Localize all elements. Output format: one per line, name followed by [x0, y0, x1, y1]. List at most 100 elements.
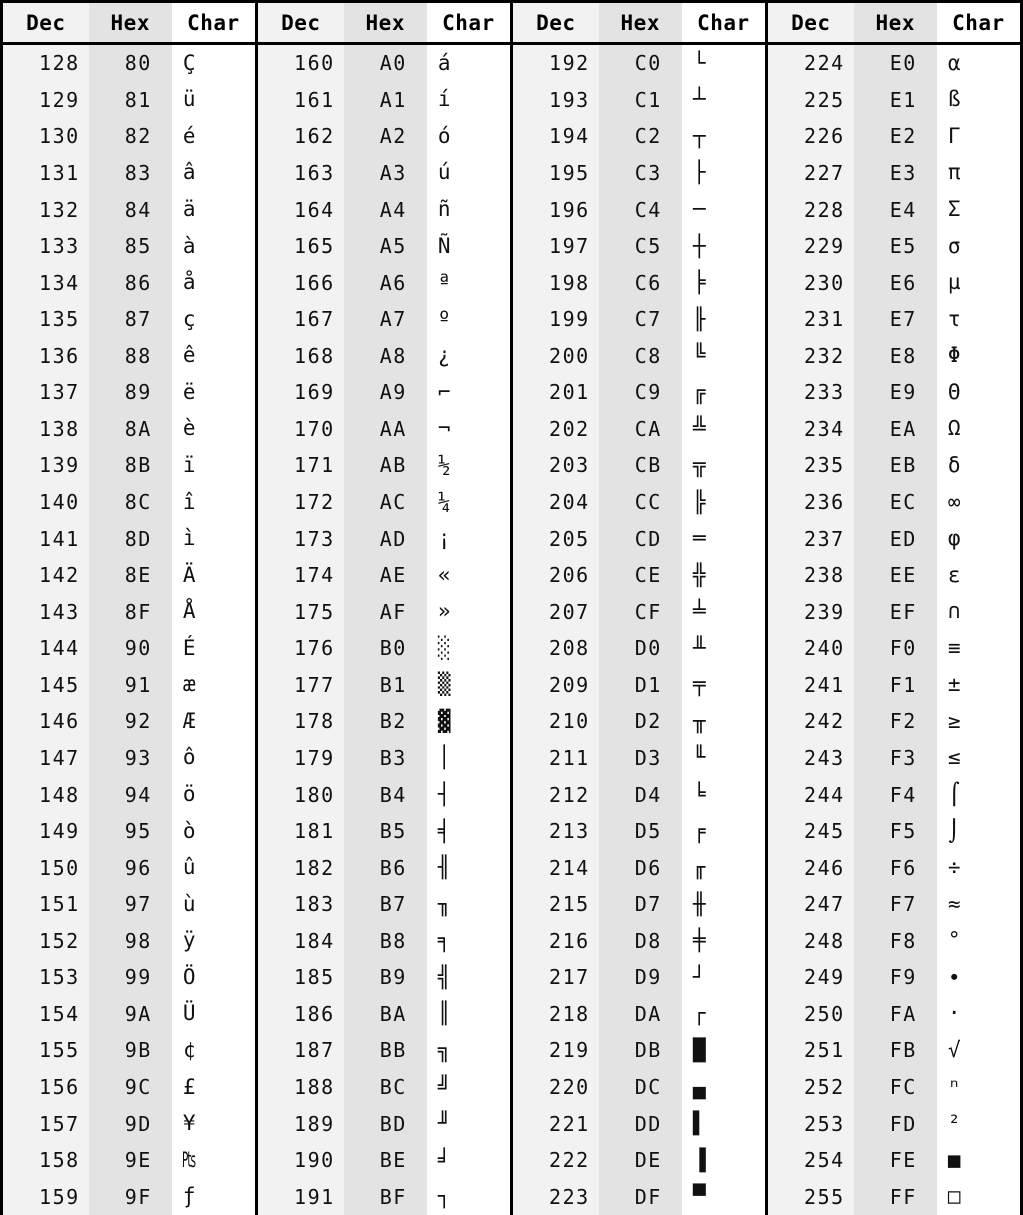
cell-dec: 150: [3, 849, 89, 886]
table-row: 238 EE ε: [768, 556, 1020, 594]
cell-hex: B4: [343, 776, 427, 813]
table-row: 128 80 Ç: [3, 45, 255, 82]
table-row: 246 F6 ÷: [768, 849, 1020, 886]
cell-char: □: [936, 1178, 1020, 1215]
cell-char: ²: [936, 1105, 1020, 1142]
cell-char: »: [426, 593, 510, 630]
table-row: 234 EA Ω: [768, 410, 1020, 448]
table-row: 180 B4 ┤: [258, 776, 510, 813]
cell-char: ▀: [681, 1178, 765, 1215]
cell-dec: 144: [3, 630, 89, 667]
cell-dec: 249: [768, 959, 854, 996]
cell-dec: 245: [768, 812, 854, 850]
cell-char: ≥: [936, 703, 1020, 740]
cell-hex: EF: [853, 593, 937, 630]
cell-char: ╟: [681, 300, 765, 338]
table-row: 210 D2 ╥: [513, 703, 765, 740]
cell-dec: 138: [3, 410, 89, 448]
table-row: 208 D0 ╨: [513, 630, 765, 667]
table-row: 153 99 Ö: [3, 959, 255, 996]
cell-dec: 162: [258, 118, 344, 155]
cell-char: ·: [936, 995, 1020, 1033]
cell-char: µ: [936, 264, 1020, 301]
cell-hex: C0: [598, 45, 682, 82]
cell-char: ∞: [936, 483, 1020, 521]
cell-char: Ä: [171, 556, 255, 594]
table-row: 146 92 Æ: [3, 703, 255, 740]
cell-char: ç: [171, 300, 255, 338]
table-row: 168 A8 ¿: [258, 337, 510, 375]
cell-hex: AE: [343, 556, 427, 594]
cell-char: Ü: [171, 995, 255, 1033]
cell-hex: 86: [88, 264, 172, 301]
cell-hex: DA: [598, 995, 682, 1033]
table-header-row: Dec Hex Char: [3, 3, 255, 45]
table-row: 219 DB █: [513, 1032, 765, 1069]
cell-dec: 154: [3, 995, 89, 1033]
cell-char: û: [171, 849, 255, 886]
cell-char: ¢: [171, 1032, 255, 1069]
cell-char: ╞: [681, 264, 765, 301]
cell-char: ╥: [681, 703, 765, 740]
table-row: 195 C3 ├: [513, 154, 765, 192]
table-row: 177 B1 ▒: [258, 666, 510, 704]
cell-hex: E7: [853, 300, 937, 338]
table-row: 155 9B ¢: [3, 1032, 255, 1069]
cell-hex: A1: [343, 81, 427, 119]
table-row: 249 F9 ∙: [768, 959, 1020, 996]
cell-hex: 87: [88, 300, 172, 338]
cell-char: °: [936, 922, 1020, 960]
cell-char: ë: [171, 374, 255, 411]
table-row: 224 E0 α: [768, 45, 1020, 82]
cell-hex: A2: [343, 118, 427, 155]
table-row: 133 85 à: [3, 227, 255, 265]
table-row: 163 A3 ú: [258, 154, 510, 192]
cell-hex: D1: [598, 666, 682, 704]
column-header-dec: Dec: [513, 3, 599, 42]
cell-char: ⁿ: [936, 1068, 1020, 1106]
cell-hex: 81: [88, 81, 172, 119]
cell-char: è: [171, 410, 255, 448]
table-row: 164 A4 ñ: [258, 191, 510, 228]
table-header-row: Dec Hex Char: [513, 3, 765, 45]
table-block-1: Dec Hex Char 128 80 Ç 129 81 ü 130 82 é 131 83 â 132 84 ä…: [3, 3, 255, 1215]
cell-hex: FE: [853, 1141, 937, 1179]
cell-hex: BC: [343, 1068, 427, 1106]
cell-char: ▓: [426, 703, 510, 740]
cell-dec: 130: [3, 118, 89, 155]
cell-char: ä: [171, 191, 255, 228]
table-row: 132 84 ä: [3, 191, 255, 228]
table-row: 170 AA ¬: [258, 410, 510, 448]
cell-hex: AB: [343, 447, 427, 484]
table-row: 217 D9 ┘: [513, 959, 765, 996]
cell-char: ù: [171, 885, 255, 923]
table-row: 202 CA ╩: [513, 410, 765, 448]
cell-dec: 242: [768, 703, 854, 740]
column-header-dec: Dec: [768, 3, 854, 42]
table-row: 148 94 ö: [3, 776, 255, 813]
cell-dec: 222: [513, 1141, 599, 1179]
cell-char: ó: [426, 118, 510, 155]
cell-hex: C7: [598, 300, 682, 338]
cell-dec: 191: [258, 1178, 344, 1215]
cell-hex: C4: [598, 191, 682, 228]
cell-dec: 235: [768, 447, 854, 484]
cell-char: ≡: [936, 630, 1020, 667]
cell-hex: FC: [853, 1068, 937, 1106]
table-row: 244 F4 ⌠: [768, 776, 1020, 813]
cell-char: ê: [171, 337, 255, 375]
cell-dec: 254: [768, 1141, 854, 1179]
cell-dec: 234: [768, 410, 854, 448]
table-row: 159 9F ƒ: [3, 1178, 255, 1215]
table-row: 189 BD ╜: [258, 1105, 510, 1142]
table-row: 252 FC ⁿ: [768, 1068, 1020, 1106]
cell-dec: 157: [3, 1105, 89, 1142]
cell-dec: 164: [258, 191, 344, 228]
table-row: 233 E9 Θ: [768, 374, 1020, 411]
table-row: 151 97 ù: [3, 885, 255, 923]
table-row: 201 C9 ╔: [513, 374, 765, 411]
table-row: 192 C0 └: [513, 45, 765, 82]
table-row: 215 D7 ╫: [513, 885, 765, 923]
cell-char: Ω: [936, 410, 1020, 448]
cell-dec: 214: [513, 849, 599, 886]
